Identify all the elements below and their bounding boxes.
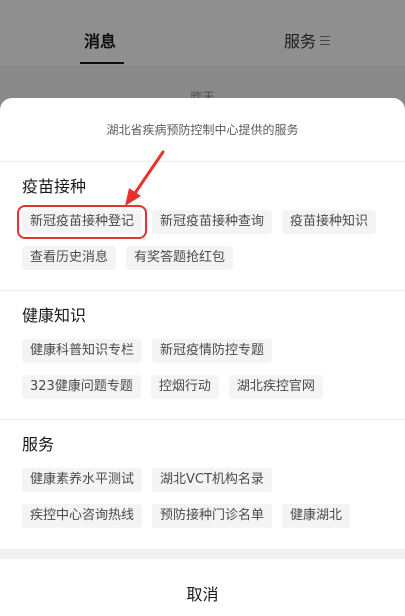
chip-list: 健康素养水平测试 湖北VCT机构名录 疾控中心咨询热线 预防接种门诊名单 健康湖…	[22, 468, 405, 540]
chip-tobacco-control[interactable]: 控烟行动	[150, 375, 219, 399]
cancel-button[interactable]: 取消	[0, 559, 405, 616]
screen: 消息 服务 昨天 湖北省疾病预防控制中心提供的服务 疫苗接种 新冠疫苗接种登记 …	[0, 0, 405, 616]
chip-vaccine-knowledge[interactable]: 疫苗接种知识	[282, 210, 377, 234]
chip-covid-vaccine-query[interactable]: 新冠疫苗接种查询	[152, 210, 273, 234]
chip-vaccination-clinic-list[interactable]: 预防接种门诊名单	[152, 504, 273, 528]
section-title: 服务	[22, 435, 55, 454]
chip-cdc-hotline[interactable]: 疾控中心咨询热线	[22, 504, 143, 528]
service-sheet: 湖北省疾病预防控制中心提供的服务 疫苗接种 新冠疫苗接种登记 新冠疫苗接种查询 …	[0, 98, 405, 616]
section-services: 服务 健康素养水平测试 湖北VCT机构名录 疾控中心咨询热线 预防接种门诊名单 …	[0, 420, 405, 549]
chip-vct-directory[interactable]: 湖北VCT机构名录	[152, 468, 272, 492]
chip-healthy-hubei[interactable]: 健康湖北	[282, 504, 351, 528]
section-health-knowledge: 健康知识 健康科普知识专栏 新冠疫情防控专题 323健康问题专题 控烟行动 湖北…	[0, 291, 405, 420]
section-title: 健康知识	[22, 306, 87, 325]
chip-hubei-cdc-website[interactable]: 湖北疾控官网	[228, 375, 323, 399]
chip-health-literacy-test[interactable]: 健康素养水平测试	[22, 468, 143, 492]
chip-quiz-red-envelope[interactable]: 有奖答题抢红包	[126, 246, 234, 270]
section-vaccination: 疫苗接种 新冠疫苗接种登记 新冠疫苗接种查询 疫苗接种知识 查看历史消息 有奖答…	[0, 162, 405, 291]
chip-list: 新冠疫苗接种登记 新冠疫苗接种查询 疫苗接种知识 查看历史消息 有奖答题抢红包	[16, 205, 405, 282]
chip-list: 健康科普知识专栏 新冠疫情防控专题 323健康问题专题 控烟行动 湖北疾控官网	[22, 339, 405, 411]
section-title: 疫苗接种	[22, 177, 87, 196]
chip-323-health-topic[interactable]: 323健康问题专题	[22, 375, 141, 399]
chip-health-science-column[interactable]: 健康科普知识专栏	[22, 339, 143, 363]
sheet-header: 湖北省疾病预防控制中心提供的服务	[0, 98, 405, 162]
divider	[0, 549, 405, 559]
chip-history-messages[interactable]: 查看历史消息	[22, 246, 117, 270]
chip-covid-prevention-topic[interactable]: 新冠疫情防控专题	[152, 339, 273, 363]
chip-covid-vaccine-registration[interactable]: 新冠疫苗接种登记	[16, 205, 148, 239]
